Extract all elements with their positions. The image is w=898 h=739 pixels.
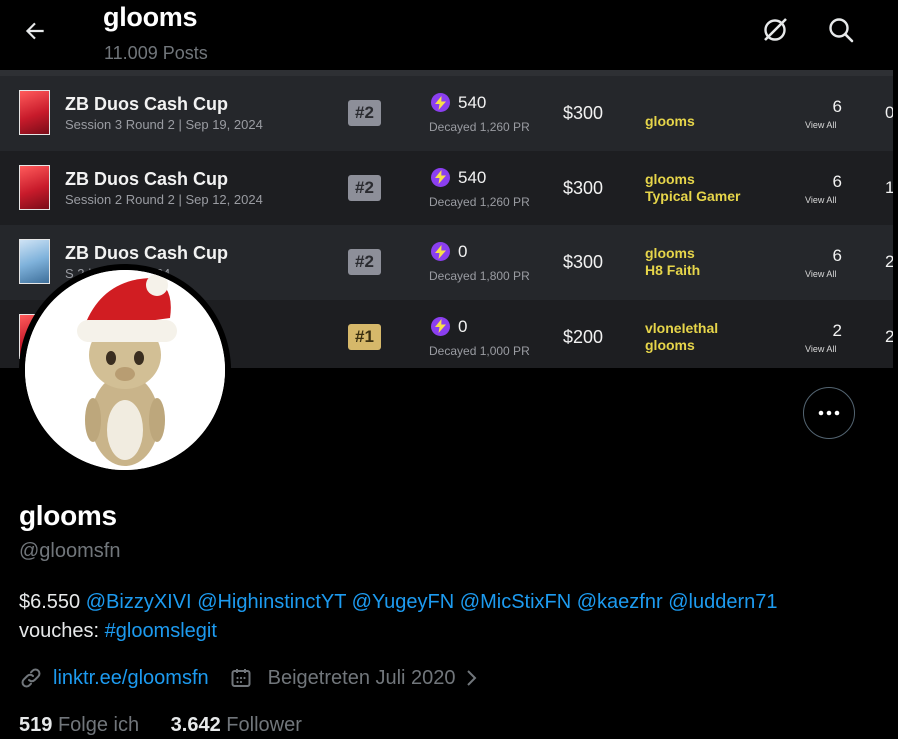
teammate-name: Typical Gamer	[645, 187, 741, 204]
more-icon	[818, 410, 840, 416]
placement-badge: #2	[348, 100, 381, 126]
teammate-name	[645, 96, 695, 113]
decayed-pr: Decayed 1,800 PR	[429, 269, 530, 283]
back-arrow-icon	[25, 22, 44, 40]
teammates: glooms	[645, 96, 695, 130]
teammate-name: H8 Faith	[645, 262, 701, 278]
event-thumbnail	[19, 164, 50, 210]
teammate-name: glooms	[645, 245, 695, 261]
decayed-pr: Decayed 1,260 PR	[429, 120, 530, 134]
header-title: glooms	[103, 2, 198, 32]
event-thumbnail	[19, 239, 50, 284]
teammates: glooms H8 Faith	[645, 245, 700, 279]
avatar-image	[25, 270, 225, 470]
avatar[interactable]	[19, 264, 231, 476]
post-count: 11.009 Posts	[104, 43, 208, 63]
grok-icon	[764, 18, 787, 41]
teammate-name: glooms	[645, 336, 695, 353]
mention-link[interactable]: @YugeyFN	[352, 591, 455, 613]
more-button[interactable]	[803, 387, 855, 439]
search-button[interactable]	[823, 12, 859, 48]
power-ranking: 540	[458, 167, 487, 187]
event-subtitle: Session 3 Round 2 | Sep 19, 2024	[65, 117, 263, 132]
lightning-icon	[431, 242, 450, 261]
chevron-right-icon[interactable]	[464, 666, 480, 690]
followers-count: 3.642	[170, 714, 221, 736]
prize-amount: $300	[563, 103, 604, 123]
teammate-name: vloneIethal	[645, 319, 719, 336]
lightning-icon	[431, 167, 450, 187]
follow-stats: 519 Folge ich 3.642 Follower	[19, 714, 302, 737]
team-count: 6	[832, 246, 842, 265]
prize-amount: $300	[563, 177, 604, 198]
cutoff-value: 2	[885, 326, 893, 346]
teammate-name: glooms	[645, 170, 695, 187]
placement-badge: #2	[348, 249, 381, 275]
event-title: ZB Duos Cash Cup	[65, 243, 229, 263]
event-title: ZB Duos Cash Cup	[65, 94, 229, 114]
cutoff-value: 0	[885, 103, 893, 122]
placement-badge: #2	[348, 174, 381, 201]
profile-name: glooms	[19, 500, 117, 531]
following-count: 519	[19, 714, 53, 736]
mention-link[interactable]: @HighinstinctYT	[197, 591, 346, 613]
profile-website-link[interactable]: linktr.ee/gloomsfn	[53, 667, 209, 690]
joined-date[interactable]: Beigetreten Juli 2020	[268, 667, 456, 690]
following-link[interactable]: 519 Folge ich	[19, 714, 139, 736]
cutoff-value: 1	[885, 177, 893, 197]
back-button[interactable]	[18, 14, 52, 48]
following-label: Folge ich	[57, 714, 140, 736]
placement-badge: #1	[348, 323, 381, 350]
prize-amount: $300	[563, 252, 604, 272]
teammates: vloneIethal glooms	[645, 320, 718, 354]
team-count: 2	[832, 320, 842, 340]
window-edge	[893, 0, 898, 739]
profile-meta: linktr.ee/gloomsfn Beigetreten Juli 2020	[19, 664, 480, 692]
vouches-label: vouches:	[19, 620, 100, 642]
mention-link[interactable]: @MicStixFN	[460, 591, 571, 613]
mention-link[interactable]: @BizzyXIVI	[86, 591, 192, 613]
teammates: glooms Typical Gamer	[645, 171, 740, 205]
view-all-link[interactable]: View All	[805, 195, 836, 205]
mention-link[interactable]: @luddern71	[668, 591, 777, 613]
power-ranking: 0	[458, 316, 468, 336]
followers-link[interactable]: 3.642 Follower	[171, 714, 302, 736]
prize-amount: $200	[563, 326, 604, 347]
tournament-row: ZB Duos Cash Cup Session 3 Round 2 | Sep …	[0, 76, 893, 151]
tournament-row: ZB Duos Cash Cup Session 2 Round 2 | Sep …	[0, 150, 893, 225]
santa-cat-avatar	[25, 270, 225, 470]
decayed-pr: Decayed 1,000 PR	[429, 343, 530, 358]
view-all-link[interactable]: View All	[805, 269, 836, 279]
event-title: ZB Duos Cash Cup	[65, 168, 229, 189]
team-count: 6	[832, 97, 842, 116]
teammate-name: glooms	[645, 113, 695, 129]
header-divider	[0, 70, 893, 76]
profile-handle: @gloomsfn	[19, 540, 121, 562]
power-ranking: 540	[458, 93, 487, 112]
view-all-link[interactable]: View All	[805, 120, 836, 130]
lightning-icon	[431, 316, 450, 336]
followers-label: Follower	[226, 714, 302, 736]
mention-link[interactable]: @kaezfnr	[577, 591, 663, 613]
view-all-link[interactable]: View All	[805, 344, 836, 354]
hashtag-link[interactable]: #gloomslegit	[105, 620, 217, 642]
event-subtitle: Session 2 Round 2 | Sep 12, 2024	[65, 191, 263, 207]
event-thumbnail	[19, 90, 50, 135]
search-icon	[829, 18, 854, 43]
top-bar: glooms 11.009 Posts	[0, 0, 893, 70]
link-icon	[21, 668, 41, 688]
calendar-icon	[231, 669, 251, 687]
decayed-pr: Decayed 1,260 PR	[429, 194, 530, 209]
grok-button[interactable]	[757, 12, 793, 48]
power-ranking: 0	[458, 242, 468, 261]
bio-amount: $6.550	[19, 591, 81, 613]
profile-bio: $6.550 @BizzyXIVI @HighinstinctYT @Yugey…	[19, 588, 879, 646]
team-count: 6	[832, 171, 842, 191]
cutoff-value: 2	[885, 252, 893, 271]
lightning-icon	[431, 93, 450, 112]
